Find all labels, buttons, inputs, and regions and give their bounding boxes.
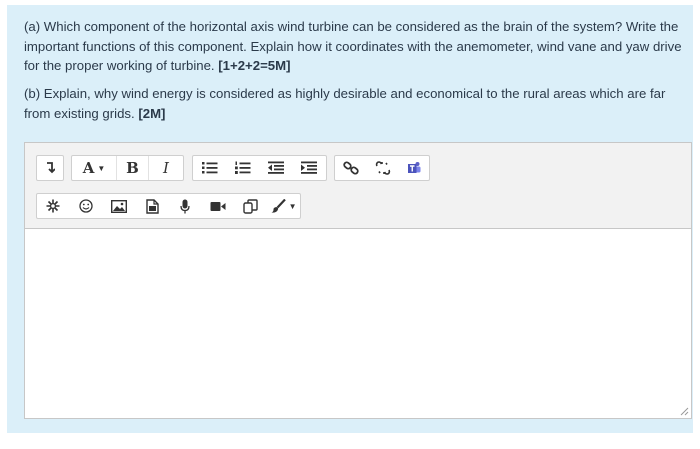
media-button[interactable] [136,194,169,218]
answer-editor: A ▼ B I ▼ [24,142,692,419]
video-button[interactable] [201,194,234,218]
text-format-group: A ▼ B I [71,155,184,181]
font-color-button[interactable]: A ▼ [72,156,117,180]
indent-icon [300,161,317,174]
unordered-list-icon [201,162,217,174]
special-character-button[interactable] [37,194,70,218]
copy-icon [243,198,258,214]
caret-down-icon: ▼ [288,201,297,211]
emoji-icon [79,199,93,213]
link-icon [343,161,359,175]
unlink-icon [375,161,391,175]
unlink-button[interactable] [367,156,399,180]
media-icon [145,198,159,214]
bold-label: B [126,159,139,177]
toolbar-toggle-group [36,155,64,181]
question-part-b: (b) Explain, why wind energy is consider… [24,84,684,123]
italic-label: I [163,159,169,177]
expand-toolbar-button[interactable] [37,156,63,180]
video-icon [210,201,226,211]
emoji-button[interactable] [70,194,103,218]
outdent-button[interactable] [259,156,292,180]
microphone-icon [180,199,190,213]
outdent-icon [267,161,284,174]
unordered-list-button[interactable] [193,156,226,180]
list-group [192,155,327,181]
resize-grip-icon[interactable] [680,407,689,416]
editor-toolbar: A ▼ B I ▼ [25,143,691,229]
link-group [334,155,430,181]
font-color-label: A [82,159,95,177]
ordered-list-icon [234,161,250,174]
copy-button[interactable] [234,194,267,218]
expand-toolbar-icon [47,162,55,174]
question-panel: (a) Which component of the horizontal ax… [7,5,693,433]
image-button[interactable] [103,194,136,218]
question-part-a-marks: [1+2+2=5M] [218,58,291,73]
indent-button[interactable] [292,156,325,180]
ordered-list-button[interactable] [226,156,259,180]
bold-button[interactable]: B [117,156,149,180]
question-part-a-text: (a) Which component of the horizontal ax… [24,19,682,73]
question-part-b-marks: [2M] [138,105,166,121]
special-character-icon [46,199,60,213]
editor-content-area[interactable] [25,229,691,418]
image-icon [111,199,128,213]
insert-group: ▼ [36,193,301,219]
link-button[interactable] [335,156,367,180]
question-part-b-text: (b) Explain, why wind energy is consider… [24,86,666,121]
paint-brush-button[interactable]: ▼ [267,194,300,218]
question-part-a: (a) Which component of the horizontal ax… [24,17,684,76]
teams-icon [408,162,421,173]
paint-brush-icon [271,199,286,213]
italic-button[interactable]: I [149,156,183,180]
caret-down-icon: ▼ [97,163,106,173]
teams-button[interactable] [399,156,429,180]
microphone-button[interactable] [169,194,202,218]
